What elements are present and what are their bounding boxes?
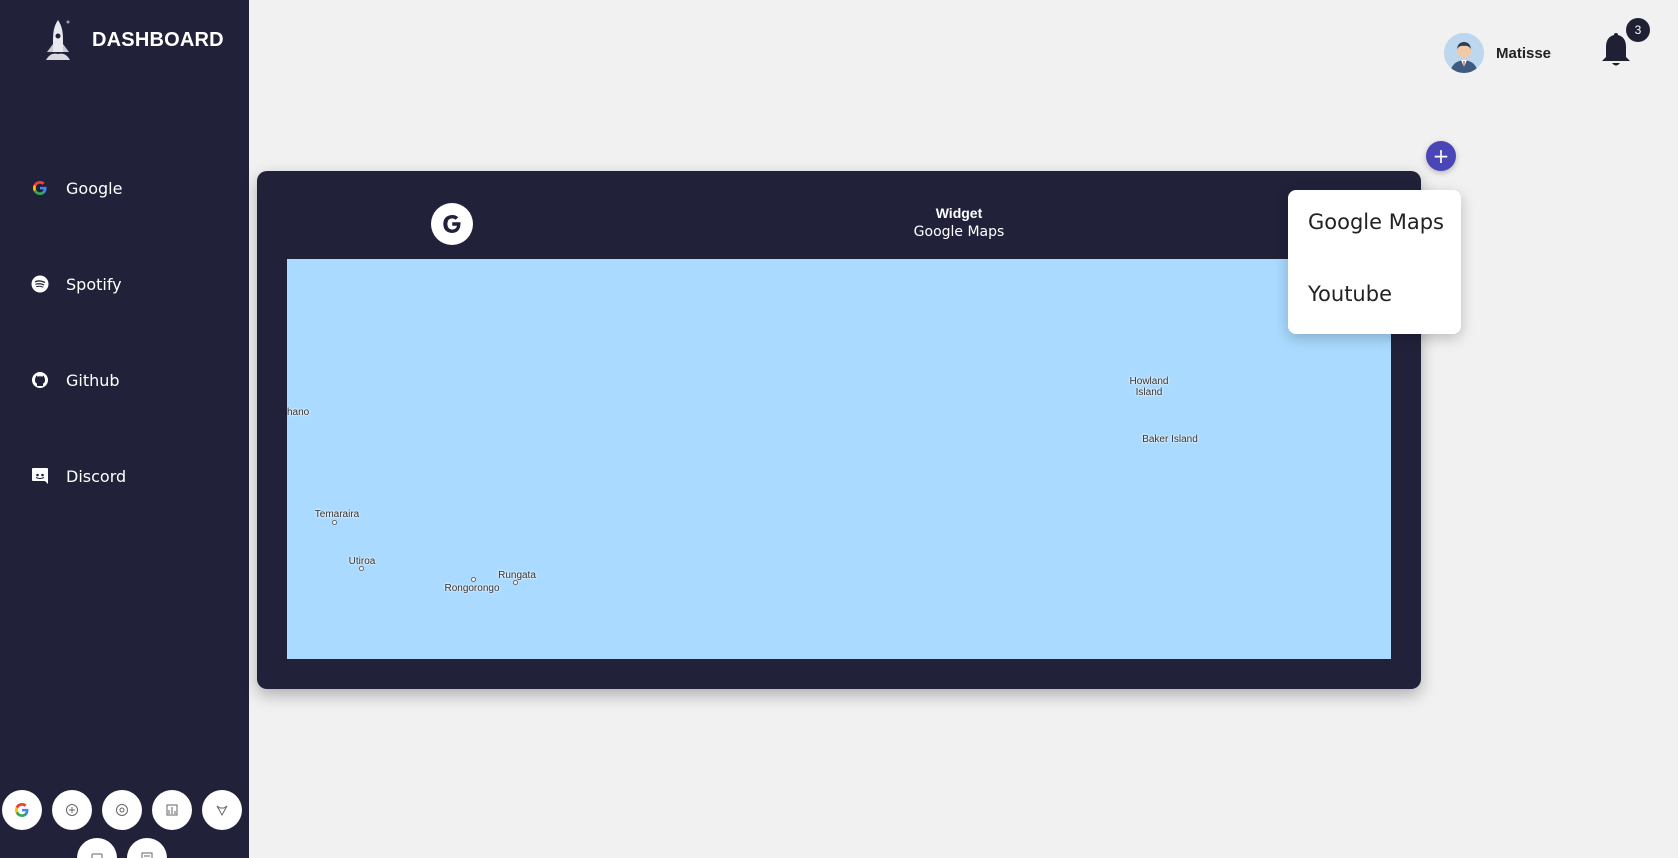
sidebar-item-label: Spotify (66, 274, 122, 294)
rocket-logo-icon (46, 20, 70, 60)
sidebar-item-label: Discord (66, 466, 127, 486)
menu-item-youtube[interactable]: Youtube (1308, 282, 1392, 306)
map-place-dot (513, 580, 518, 585)
add-widget-menu: Google Maps Youtube (1288, 190, 1461, 334)
service-icon-5 (216, 805, 228, 817)
sidebar-item-spotify[interactable]: Spotify (30, 274, 122, 294)
avatar (1444, 33, 1484, 73)
add-widget-button[interactable]: + (1426, 141, 1456, 171)
google-icon (15, 803, 29, 817)
map-place-dot (471, 577, 476, 582)
sidebar-item-label: Google (66, 178, 123, 198)
service-icon-3 (116, 804, 128, 816)
discord-icon (30, 466, 50, 486)
widget-card: Widget Google Maps Howland Island Baker I… (257, 171, 1421, 689)
sidebar-item-discord[interactable]: Discord (30, 466, 126, 486)
google-logo-icon (431, 203, 473, 245)
map-place-dot (359, 566, 364, 571)
github-icon (30, 370, 50, 390)
sidebar: DASHBOARD Google Spotify Github Discord (0, 0, 249, 858)
map-label: Temaraira (314, 509, 360, 520)
widget-subtitle: Google Maps (913, 224, 1005, 240)
plus-icon: + (1432, 144, 1450, 168)
user-avatar-icon (1444, 33, 1484, 73)
service-icon-4 (166, 804, 178, 816)
service-button-google[interactable] (2, 790, 42, 830)
service-button-3[interactable] (102, 790, 142, 830)
widget-title: Widget (935, 205, 983, 221)
map-label: Baker Island (1142, 434, 1198, 445)
service-icon-7 (141, 852, 153, 858)
service-button-2[interactable] (52, 790, 92, 830)
map-label: Howland Island (1129, 376, 1169, 398)
sidebar-item-github[interactable]: Github (30, 370, 120, 390)
notification-badge: 3 (1626, 18, 1650, 42)
sidebar-item-google[interactable]: Google (30, 178, 122, 198)
service-button-7[interactable] (127, 838, 167, 858)
widget-header: Widget Google Maps (897, 205, 1021, 240)
brand-title: DASHBOARD (92, 28, 224, 51)
google-map[interactable]: Howland Island Baker Island hano Temarair… (287, 259, 1391, 659)
service-icon-2 (66, 804, 78, 816)
brand[interactable]: DASHBOARD (38, 18, 224, 62)
map-label: hano (287, 407, 310, 418)
service-button-5[interactable] (202, 790, 242, 830)
spotify-icon (30, 274, 50, 294)
service-icon-6 (91, 853, 103, 858)
menu-item-google-maps[interactable]: Google Maps (1308, 210, 1444, 234)
user-profile[interactable]: Matisse (1444, 33, 1551, 73)
sidebar-item-label: Github (66, 370, 120, 390)
service-button-4[interactable] (152, 790, 192, 830)
map-label: Rungata (498, 570, 536, 581)
google-icon (30, 178, 50, 198)
service-button-6[interactable] (77, 838, 117, 858)
map-place-dot (332, 520, 337, 525)
user-name: Matisse (1496, 44, 1552, 62)
map-label: Rongorongo (444, 583, 500, 594)
